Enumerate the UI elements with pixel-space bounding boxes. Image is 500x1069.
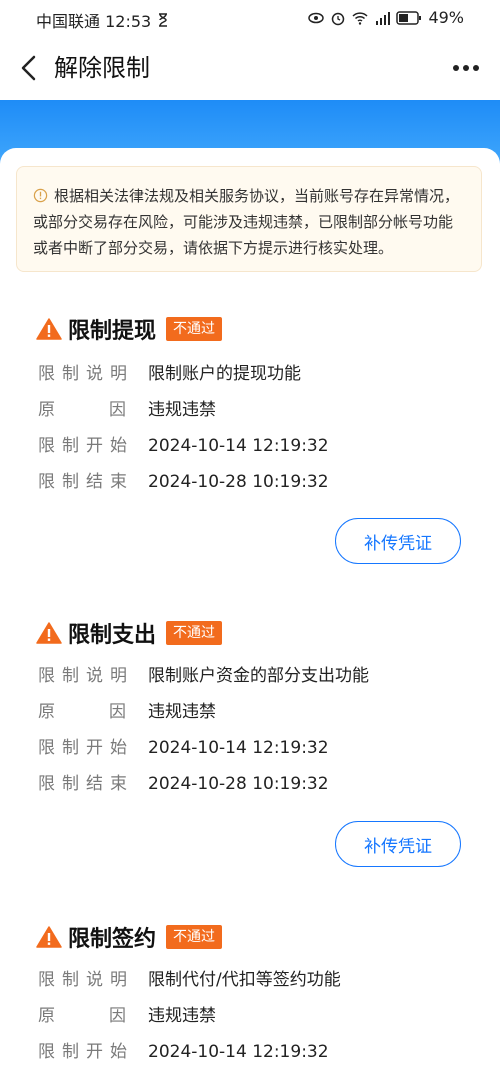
section-title: 限制提现 xyxy=(68,319,157,344)
row-value: 2024-10-28 10:19:32 xyxy=(148,774,329,794)
row-value: 限制账户资金的部分支出功能 xyxy=(148,666,369,686)
row-value: 违规违禁 xyxy=(148,1006,216,1026)
row-label: 限制开始 xyxy=(38,738,134,758)
row-value: 违规违禁 xyxy=(148,400,216,420)
row-label: 限制说明 xyxy=(38,666,134,686)
battery-icon xyxy=(396,10,422,25)
section-header: 限制签约 不通过 xyxy=(36,922,223,952)
warning-triangle-icon xyxy=(36,926,62,948)
more-dot xyxy=(473,65,479,71)
notice-text: 根据相关法律法规及相关服务协议，当前账号存在异常情况，或部分交易存在风险，可能涉… xyxy=(33,187,460,257)
more-dots-icon xyxy=(453,65,459,71)
upload-proof-button[interactable]: 补传凭证 xyxy=(335,518,461,564)
info-circle-icon xyxy=(33,188,48,203)
row-label: 限制结束 xyxy=(38,774,134,794)
battery-level: 49% xyxy=(428,8,464,27)
row-label: 原因 xyxy=(38,1006,180,1026)
row-label: 限制开始 xyxy=(38,1042,134,1062)
status-badge: 不通过 xyxy=(166,621,223,645)
back-button[interactable] xyxy=(14,52,46,84)
notice-box: 根据相关法律法规及相关服务协议，当前账号存在异常情况，或部分交易存在风险，可能涉… xyxy=(16,166,482,272)
page-title: 解除限制 xyxy=(54,54,150,82)
signal-icon xyxy=(376,11,391,25)
nav-bar: 解除限制 xyxy=(0,36,500,100)
row-label: 原因 xyxy=(38,400,180,420)
more-dot xyxy=(463,65,469,71)
upload-proof-button[interactable]: 补传凭证 xyxy=(335,821,461,867)
status-badge: 不通过 xyxy=(166,317,223,341)
section-header: 限制提现 不通过 xyxy=(36,314,223,344)
row-label: 限制说明 xyxy=(38,364,134,384)
row-label: 限制结束 xyxy=(38,472,134,492)
row-value: 2024-10-14 12:19:32 xyxy=(148,436,329,456)
status-right: 49% xyxy=(308,8,464,27)
more-button[interactable] xyxy=(450,54,482,82)
status-badge: 不通过 xyxy=(166,925,223,949)
hourglass-icon xyxy=(159,13,168,27)
row-value: 2024-10-28 10:19:32 xyxy=(148,472,329,492)
row-value: 2024-10-14 12:19:32 xyxy=(148,738,329,758)
status-left: 中国联通 12:53 xyxy=(36,8,171,32)
row-label: 限制说明 xyxy=(38,970,134,990)
chevron-left-icon xyxy=(21,55,36,81)
row-value: 限制账户的提现功能 xyxy=(148,364,301,384)
row-label: 原因 xyxy=(38,702,180,722)
section-title: 限制签约 xyxy=(68,927,157,952)
row-value: 限制代付/代扣等签约功能 xyxy=(148,970,341,990)
carrier-time: 中国联通 12:53 xyxy=(36,12,152,31)
row-value: 2024-10-14 12:19:32 xyxy=(148,1042,329,1062)
warning-triangle-icon xyxy=(36,622,62,644)
eye-icon xyxy=(308,12,325,23)
row-label: 限制开始 xyxy=(38,436,134,456)
wifi-icon xyxy=(352,11,368,25)
row-value: 违规违禁 xyxy=(148,702,216,722)
alarm-icon xyxy=(332,12,345,25)
section-title: 限制支出 xyxy=(68,623,157,648)
section-header: 限制支出 不通过 xyxy=(36,618,223,648)
content-card: 根据相关法律法规及相关服务协议，当前账号存在异常情况，或部分交易存在风险，可能涉… xyxy=(0,148,500,1069)
status-bar: 中国联通 12:53 49% xyxy=(0,0,500,36)
warning-triangle-icon xyxy=(36,318,62,340)
